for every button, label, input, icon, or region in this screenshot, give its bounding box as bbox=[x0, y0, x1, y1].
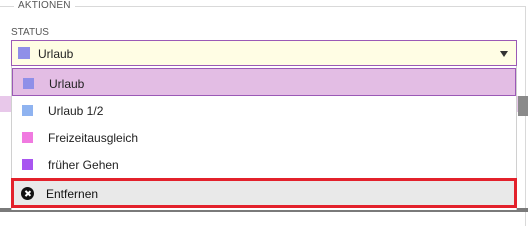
status-label: STATUS bbox=[11, 27, 49, 38]
option-label: Urlaub bbox=[49, 77, 85, 91]
option-urlaub[interactable]: Urlaub bbox=[12, 68, 516, 96]
background-button-edge bbox=[518, 96, 528, 116]
status-select[interactable]: Urlaub bbox=[11, 40, 517, 66]
section-legend: AKTIONEN bbox=[14, 0, 75, 11]
selected-color-swatch bbox=[18, 47, 30, 59]
color-swatch bbox=[22, 132, 33, 143]
close-circle-icon bbox=[21, 187, 34, 200]
option-freizeitausgleich[interactable]: Freizeitausgleich bbox=[12, 123, 516, 151]
caret-down-icon[interactable] bbox=[500, 51, 508, 57]
color-swatch bbox=[22, 105, 33, 116]
remove-option[interactable]: Entfernen bbox=[11, 178, 517, 208]
option-label: früher Gehen bbox=[48, 158, 119, 172]
color-swatch bbox=[23, 78, 34, 89]
selected-status-value: Urlaub bbox=[38, 47, 74, 61]
color-swatch bbox=[22, 159, 33, 170]
option-urlaub-half[interactable]: Urlaub 1/2 bbox=[12, 96, 516, 124]
option-label: Freizeitausgleich bbox=[48, 131, 139, 145]
option-frueher-gehen[interactable]: früher Gehen bbox=[12, 150, 516, 178]
remove-label: Entfernen bbox=[46, 187, 99, 201]
option-label: Urlaub 1/2 bbox=[48, 104, 104, 118]
